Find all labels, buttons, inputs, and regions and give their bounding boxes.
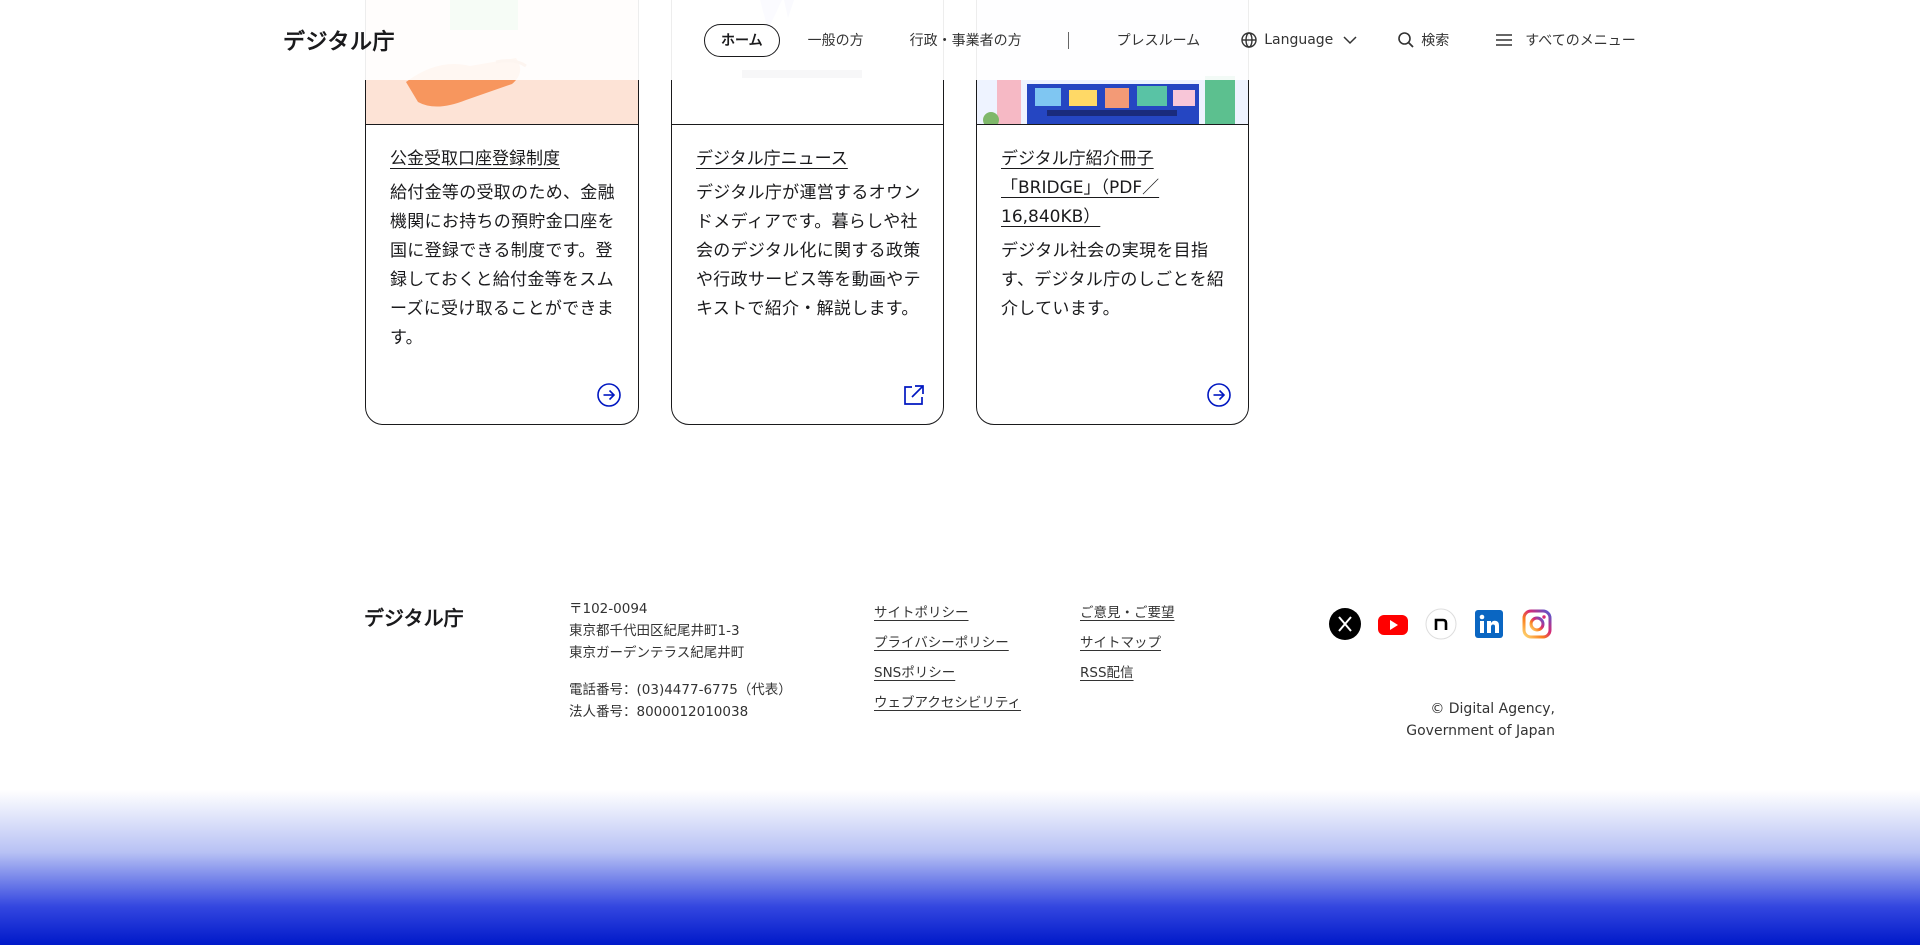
- card-public-fund-account[interactable]: 公金受取口座登録制度 給付金等の受取のため、金融機関にお持ちの預貯金口座を国に登…: [365, 124, 639, 425]
- nav-business[interactable]: 行政・事業者の方: [910, 30, 1022, 50]
- arrow-right-circle-icon[interactable]: [1206, 382, 1232, 408]
- card-description: デジタル庁が運営するオウンドメディアです。暮らしや社会のデジタル化に関する政策や…: [696, 183, 921, 319]
- nav-language-label: Language: [1264, 32, 1334, 48]
- address-line-2: 東京ガーデンテラス紀尾井町: [569, 645, 745, 661]
- card-title[interactable]: 公金受取口座登録制度: [390, 145, 618, 174]
- card-description: 給付金等の受取のため、金融機関にお持ちの預貯金口座を国に登録できる制度です。登録…: [390, 183, 615, 348]
- footer-contact: 電話番号：(03)4477-6775（代表） 法人番号：800001201003…: [569, 679, 792, 723]
- copyright-line-1: © Digital Agency,: [1430, 701, 1555, 717]
- card-description: デジタル社会の実現を目指す、デジタル庁のしごとを紹介しています。: [1001, 241, 1225, 319]
- address-line-1: 東京都千代田区紀尾井町1-3: [569, 623, 740, 639]
- card-title[interactable]: デジタル庁紹介冊子 「BRIDGE」（PDF／ 16,840KB）: [1001, 145, 1228, 232]
- chevron-down-icon: [1343, 33, 1357, 47]
- card-title[interactable]: デジタル庁ニュース: [696, 145, 923, 174]
- phone-number: 電話番号：(03)4477-6775（代表）: [569, 682, 792, 698]
- globe-icon: [1240, 31, 1258, 49]
- link-sitemap[interactable]: サイトマップ: [1080, 628, 1175, 658]
- nav-search[interactable]: 検索: [1397, 30, 1449, 50]
- link-web-accessibility[interactable]: ウェブアクセシビリティ: [874, 688, 1021, 718]
- nav-menu-label: すべてのメニュー: [1525, 33, 1636, 49]
- social-links: [1329, 608, 1553, 640]
- search-icon: [1397, 31, 1415, 49]
- x-icon[interactable]: [1329, 608, 1361, 640]
- link-privacy-policy[interactable]: プライバシーポリシー: [874, 628, 1021, 658]
- link-rss[interactable]: RSS配信: [1080, 658, 1175, 688]
- nav-search-label: 検索: [1421, 33, 1450, 49]
- footer-gradient: [0, 790, 1920, 945]
- nav-general[interactable]: 一般の方: [808, 30, 864, 50]
- footer-logo[interactable]: デジタル庁: [364, 602, 464, 631]
- footer-links-other: ご意見・ご要望 サイトマップ RSS配信: [1080, 598, 1175, 688]
- site-logo[interactable]: デジタル庁: [283, 24, 395, 56]
- copyright-line-2: Government of Japan: [1406, 723, 1555, 739]
- footer-address: 〒102-0094 東京都千代田区紀尾井町1-3 東京ガーデンテラス紀尾井町: [569, 598, 744, 664]
- card-digital-agency-news[interactable]: デジタル庁ニュース デジタル庁が運営するオウンドメディアです。暮らしや社会のデジ…: [671, 124, 944, 425]
- nav-home[interactable]: ホーム: [704, 23, 780, 57]
- nav-divider: [1067, 31, 1069, 49]
- link-sns-policy[interactable]: SNSポリシー: [874, 658, 1021, 688]
- instagram-icon[interactable]: [1521, 608, 1553, 640]
- linkedin-icon[interactable]: [1473, 608, 1505, 640]
- arrow-right-circle-icon[interactable]: [596, 382, 622, 408]
- postal-code: 〒102-0094: [569, 601, 648, 617]
- menu-icon: [1495, 31, 1513, 49]
- card-bridge-brochure[interactable]: デジタル庁紹介冊子 「BRIDGE」（PDF／ 16,840KB） デジタル社会…: [976, 124, 1249, 425]
- copyright: © Digital Agency, Government of Japan: [1406, 698, 1555, 742]
- external-link-icon[interactable]: [901, 382, 927, 408]
- nav-press[interactable]: プレスルーム: [1117, 30, 1201, 50]
- link-site-policy[interactable]: サイトポリシー: [874, 598, 1021, 628]
- global-nav: ホーム 一般の方 行政・事業者の方 プレスルーム Language 検索 すべて…: [704, 23, 1636, 57]
- youtube-icon[interactable]: [1377, 608, 1409, 640]
- nav-language[interactable]: Language: [1240, 31, 1357, 49]
- nav-menu[interactable]: すべてのメニュー: [1495, 30, 1636, 50]
- link-feedback[interactable]: ご意見・ご要望: [1080, 598, 1175, 628]
- site-header: デジタル庁 ホーム 一般の方 行政・事業者の方 プレスルーム Language …: [0, 0, 1920, 80]
- footer-links-policies: サイトポリシー プライバシーポリシー SNSポリシー ウェブアクセシビリティ: [874, 598, 1021, 718]
- corporate-number: 法人番号：8000012010038: [569, 704, 749, 720]
- note-icon[interactable]: [1425, 608, 1457, 640]
